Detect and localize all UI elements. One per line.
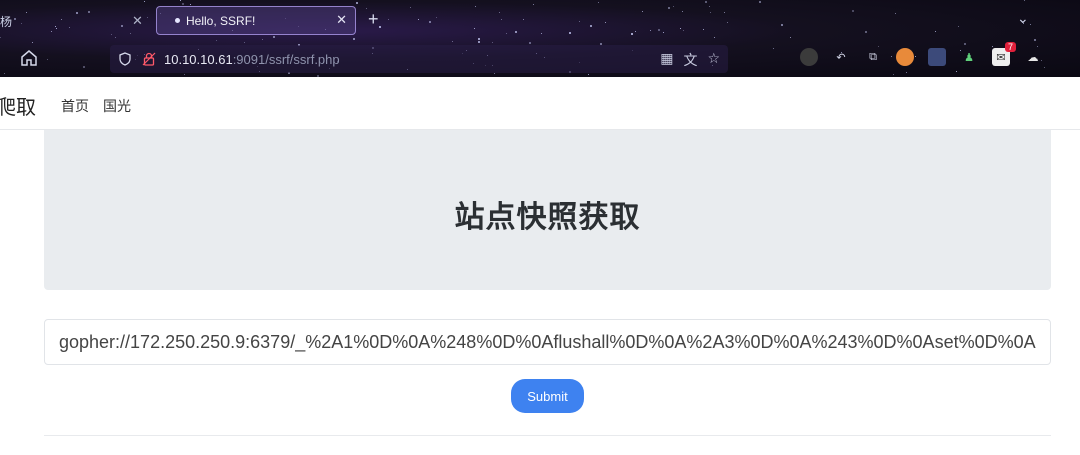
extension-circle-icon[interactable] xyxy=(800,48,818,66)
page-title: 站点快照获取 xyxy=(454,201,641,234)
back-arrow-icon[interactable]: ↶ xyxy=(832,48,850,66)
extension-avatar-icon[interactable] xyxy=(896,48,914,66)
navigation-row: 10.10.10.61 :9091/ssrf/ssrf.php ▦ 文 ☆ ↶ … xyxy=(0,42,1080,76)
chevron-down-icon[interactable]: ⌄ xyxy=(1017,10,1029,27)
nav-link-guoguang[interactable]: 国光 xyxy=(103,96,131,116)
extension-clipboard-icon[interactable] xyxy=(928,48,946,66)
close-icon[interactable]: ✕ xyxy=(132,13,143,29)
home-icon[interactable] xyxy=(20,49,38,67)
url-path: :9091/ssrf/ssrf.php xyxy=(232,51,340,67)
lock-icon[interactable] xyxy=(142,52,156,66)
url-input[interactable] xyxy=(44,319,1051,365)
url-bar[interactable]: 10.10.10.61 :9091/ssrf/ssrf.php ▦ 文 ☆ xyxy=(110,45,728,73)
extension-badge: 7 xyxy=(1004,42,1016,52)
url-host: 10.10.10.61 xyxy=(164,51,233,67)
tab-active[interactable]: Hello, SSRF! ✕ xyxy=(156,6,356,35)
tab-previous[interactable]: 杨 ✕ xyxy=(0,6,150,36)
browser-chrome: 杨 ✕ Hello, SSRF! ✕ + ⌄ 10.10.10.61 :9091… xyxy=(0,0,1080,77)
new-tab-icon[interactable]: + xyxy=(368,9,379,30)
nav-link-home[interactable]: 首页 xyxy=(61,96,89,116)
star-icon[interactable]: ☆ xyxy=(707,50,720,70)
extension-icons: ↶ ⧉ ♟ ✉ 7 ☁ xyxy=(800,42,1042,66)
shield-icon[interactable] xyxy=(118,52,132,66)
url-bar-actions: ▦ 文 ☆ xyxy=(660,50,720,70)
extension-mail-icon[interactable]: ✉ 7 xyxy=(992,42,1016,66)
extension-cloud-icon[interactable]: ☁ xyxy=(1024,48,1042,66)
site-navbar: 爬取 首页 国光 xyxy=(0,77,1080,130)
tab-active-label: Hello, SSRF! xyxy=(186,13,256,28)
site-brand[interactable]: 爬取 xyxy=(0,91,36,120)
puzzle-icon[interactable]: ⧉ xyxy=(864,48,882,66)
divider xyxy=(44,435,1051,436)
tab-previous-label: 杨 xyxy=(0,14,13,29)
close-icon[interactable]: ✕ xyxy=(336,12,347,28)
translate-icon[interactable]: 文 xyxy=(683,50,697,70)
submit-button[interactable]: Submit xyxy=(511,379,584,413)
hero-jumbotron: 站点快照获取 xyxy=(44,130,1051,290)
tab-indicator-icon xyxy=(175,18,180,23)
extension-user-icon[interactable]: ♟ xyxy=(960,48,978,66)
qr-icon[interactable]: ▦ xyxy=(660,50,673,70)
tab-strip: 杨 ✕ Hello, SSRF! ✕ + ⌄ xyxy=(0,0,1080,40)
